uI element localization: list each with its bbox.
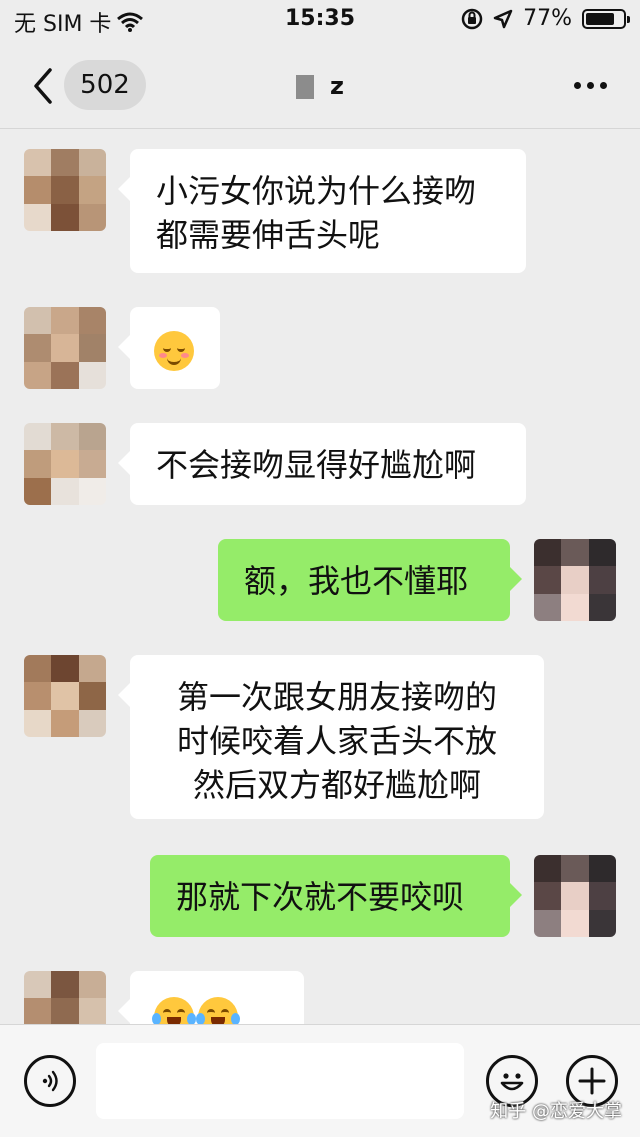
chat-title-text: z (330, 72, 344, 100)
profile-photo (534, 539, 616, 621)
contact-avatar[interactable] (24, 423, 106, 505)
emoji-icon (500, 1073, 524, 1091)
message-list[interactable]: 小污女你说为什么接吻 都需要伸舌头呢 不会接吻显得好尴尬啊 额，我也不懂耶 第一… (0, 129, 640, 1024)
message-bubble-incoming[interactable]: 不会接吻显得好尴尬啊 (118, 423, 526, 505)
voice-button[interactable] (24, 1055, 76, 1107)
my-avatar[interactable] (534, 539, 616, 621)
battery-tip (627, 15, 630, 23)
message-text: 那就下次就不要咬呗 (176, 878, 465, 916)
pixelated-name-block (296, 75, 315, 99)
input-bar: 知乎 @恋爱大掌 (0, 1024, 640, 1137)
message-row: 不会接吻显得好尴尬啊 (0, 423, 640, 505)
plus-icon (578, 1067, 606, 1095)
pixelated-avatar (24, 423, 106, 505)
message-row: 第一次跟女朋友接吻的 时候咬着人家舌头不放 然后双方都好尴尬啊 (0, 655, 640, 819)
pixelated-avatar (24, 655, 106, 737)
chat-title[interactable]: z (0, 72, 640, 100)
pixelated-avatar (24, 971, 106, 1024)
message-text: 额，我也不懂耶 (244, 562, 469, 600)
blush-smile-emoji-icon (154, 331, 194, 371)
message-text: 第一次跟女朋友接吻的 时候咬着人家舌头不放 然后双方都好尴尬啊 (176, 678, 497, 804)
chat-header: 502 z (0, 44, 640, 129)
message-bubble-outgoing[interactable]: 那就下次就不要咬呗 (150, 855, 522, 937)
message-row: 额，我也不懂耶 (0, 539, 640, 621)
message-text: 不会接吻显得好尴尬啊 (156, 446, 477, 484)
profile-photo (534, 855, 616, 937)
orientation-lock-icon (461, 8, 483, 29)
status-bar: 无 SIM 卡 15:35 77% (0, 0, 640, 44)
message-row (0, 971, 640, 1024)
message-text: 小污女你说为什么接吻 都需要伸舌头呢 (156, 172, 477, 254)
message-bubble-outgoing[interactable]: 额，我也不懂耶 (218, 539, 522, 621)
voice-icon (42, 1070, 58, 1092)
battery-fill (586, 12, 614, 25)
laugh-tears-emoji-icon (152, 997, 196, 1024)
more-dots-icon[interactable] (574, 72, 614, 98)
battery-icon (582, 8, 630, 29)
pixelated-avatar (24, 149, 106, 231)
message-bubble-incoming[interactable]: 第一次跟女朋友接吻的 时候咬着人家舌头不放 然后双方都好尴尬啊 (118, 655, 544, 819)
message-row (0, 307, 640, 389)
watermark: 知乎 @恋爱大掌 (490, 1101, 622, 1122)
message-input[interactable] (96, 1043, 464, 1119)
message-bubble-incoming[interactable]: 小污女你说为什么接吻 都需要伸舌头呢 (118, 149, 526, 273)
message-row: 那就下次就不要咬呗 (0, 855, 640, 937)
battery-percent: 77% (523, 6, 572, 31)
contact-avatar[interactable] (24, 655, 106, 737)
location-arrow-icon (493, 9, 513, 28)
my-avatar[interactable] (534, 855, 616, 937)
pixelated-avatar (24, 307, 106, 389)
contact-avatar[interactable] (24, 971, 106, 1024)
message-bubble-incoming[interactable] (118, 307, 220, 389)
message-bubble-incoming[interactable] (118, 971, 304, 1024)
laugh-tears-emoji-icon (196, 997, 240, 1024)
message-row: 小污女你说为什么接吻 都需要伸舌头呢 (0, 149, 640, 273)
status-icons: 77% (461, 6, 630, 31)
contact-avatar[interactable] (24, 307, 106, 389)
contact-avatar[interactable] (24, 149, 106, 231)
